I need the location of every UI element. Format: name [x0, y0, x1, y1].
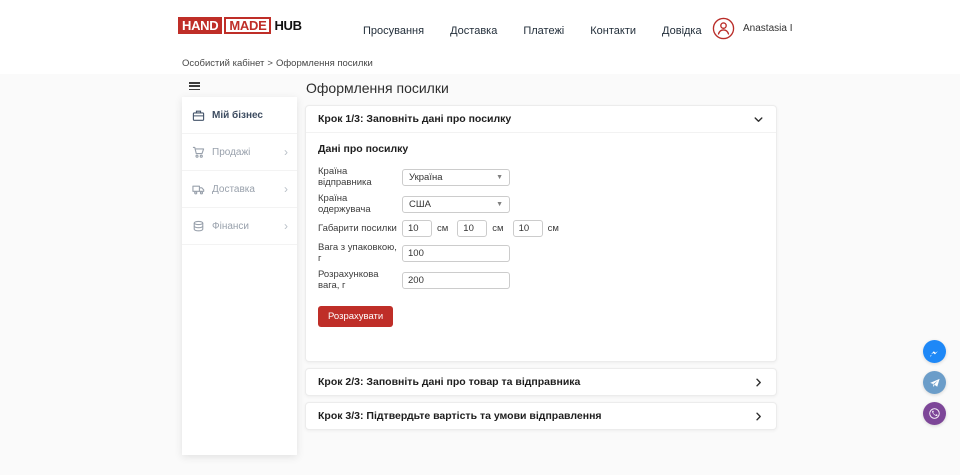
telegram-icon[interactable] [923, 371, 946, 394]
select-arrow-icon: ▼ [496, 174, 503, 181]
sidebar-item-label: Мій бізнес [212, 110, 263, 121]
step-1-card: Крок 1/3: Заповніть дані про посилку Дан… [305, 105, 777, 362]
dimension-length-input[interactable] [402, 220, 432, 237]
sidebar-item-sales[interactable]: Продажі › [182, 134, 297, 171]
weight-with-package-label: Вага з упаковкою, г [318, 242, 402, 264]
finance-icon [192, 220, 205, 233]
hamburger-menu-icon[interactable] [189, 82, 200, 90]
estimated-weight-row: Розрахункова вага, г [318, 269, 764, 291]
main-content: Оформлення посилки Крок 1/3: Заповніть д… [305, 80, 777, 436]
nav-item-promotion[interactable]: Просування [363, 25, 424, 37]
weight-with-package-input[interactable] [402, 245, 510, 262]
nav-item-help[interactable]: Довідка [662, 25, 702, 37]
user-name: Anastasia I [743, 23, 792, 34]
logo-made: MADE [224, 17, 271, 34]
briefcase-icon [192, 109, 205, 122]
estimated-weight-input[interactable] [402, 272, 510, 289]
breadcrumb-separator: > [267, 58, 273, 69]
dimension-unit-label: см [437, 223, 448, 234]
logo-hand: HAND [178, 17, 222, 34]
calculate-button[interactable]: Розрахувати [318, 306, 393, 327]
step-1-title: Крок 1/3: Заповніть дані про посилку [318, 113, 511, 125]
weight-with-package-row: Вага з упаковкою, г [318, 242, 764, 264]
recipient-country-select[interactable]: США ▼ [402, 196, 510, 213]
breadcrumb-current: Оформлення посилки [276, 58, 373, 69]
step-2-title: Крок 2/3: Заповніть дані про товар та ві… [318, 376, 580, 388]
logo[interactable]: HAND MADE HUB [178, 17, 302, 34]
main-nav: Просування Доставка Платежі Контакти Дов… [363, 25, 702, 37]
social-stack [923, 340, 946, 425]
dimension-height-input[interactable] [513, 220, 543, 237]
page-title: Оформлення посилки [306, 80, 777, 96]
sender-country-value: Україна [409, 172, 443, 183]
form-section-title: Дані про посилку [318, 143, 764, 155]
step-3-title: Крок 3/3: Підтвердьте вартість та умови … [318, 410, 602, 422]
chevron-right-icon: › [284, 183, 288, 195]
sender-country-select[interactable]: Україна ▼ [402, 169, 510, 186]
user-menu[interactable]: Anastasia I [712, 17, 792, 40]
sidebar-item-label: Доставка [212, 184, 255, 195]
step-3-header[interactable]: Крок 3/3: Підтвердьте вартість та умови … [306, 403, 776, 429]
recipient-country-value: США [409, 199, 431, 210]
cart-icon [192, 146, 205, 159]
step-1-header[interactable]: Крок 1/3: Заповніть дані про посилку [306, 106, 776, 133]
recipient-country-label: Країна одержувача [318, 193, 402, 215]
sidebar: Мій бізнес Продажі › [182, 97, 297, 455]
chevron-down-icon [753, 114, 764, 125]
chevron-right-icon [753, 411, 764, 422]
select-arrow-icon: ▼ [496, 201, 503, 208]
viber-icon[interactable] [923, 402, 946, 425]
dimension-unit-label: см [492, 223, 503, 234]
dimensions-row: Габарити посилки см см см [318, 220, 764, 237]
chevron-right-icon: › [284, 220, 288, 232]
sidebar-item-label: Продажі [212, 147, 250, 158]
avatar-icon [712, 17, 735, 40]
dimension-width-input[interactable] [457, 220, 487, 237]
step-2-card: Крок 2/3: Заповніть дані про товар та ві… [305, 368, 777, 396]
breadcrumb: Особистий кабінет>Оформлення посилки [182, 58, 373, 69]
step-3-card: Крок 3/3: Підтвердьте вартість та умови … [305, 402, 777, 430]
dimensions-label: Габарити посилки [318, 223, 402, 234]
dimension-unit-label: см [548, 223, 559, 234]
logo-hub: HUB [274, 18, 301, 33]
sidebar-item-label: Фінанси [212, 221, 249, 232]
sidebar-item-delivery[interactable]: Доставка › [182, 171, 297, 208]
chevron-right-icon [753, 377, 764, 388]
sidebar-item-my-business[interactable]: Мій бізнес [182, 97, 297, 134]
step-1-body: Дані про посилку Країна відправника Укра… [306, 133, 776, 361]
nav-item-delivery[interactable]: Доставка [450, 25, 497, 37]
sidebar-item-finances[interactable]: Фінанси › [182, 208, 297, 245]
step-2-header[interactable]: Крок 2/3: Заповніть дані про товар та ві… [306, 369, 776, 395]
estimated-weight-label: Розрахункова вага, г [318, 269, 402, 291]
recipient-country-row: Країна одержувача США ▼ [318, 193, 764, 215]
chevron-right-icon: › [284, 146, 288, 158]
breadcrumb-home[interactable]: Особистий кабінет [182, 58, 264, 69]
header: HAND MADE HUB Просування Доставка Платеж… [0, 0, 960, 74]
sender-country-row: Країна відправника Україна ▼ [318, 166, 764, 188]
nav-item-contacts[interactable]: Контакти [590, 25, 636, 37]
truck-icon [192, 183, 205, 196]
page: HAND MADE HUB Просування Доставка Платеж… [0, 0, 960, 475]
messenger-icon[interactable] [923, 340, 946, 363]
nav-item-payments[interactable]: Платежі [523, 25, 564, 37]
sender-country-label: Країна відправника [318, 166, 402, 188]
